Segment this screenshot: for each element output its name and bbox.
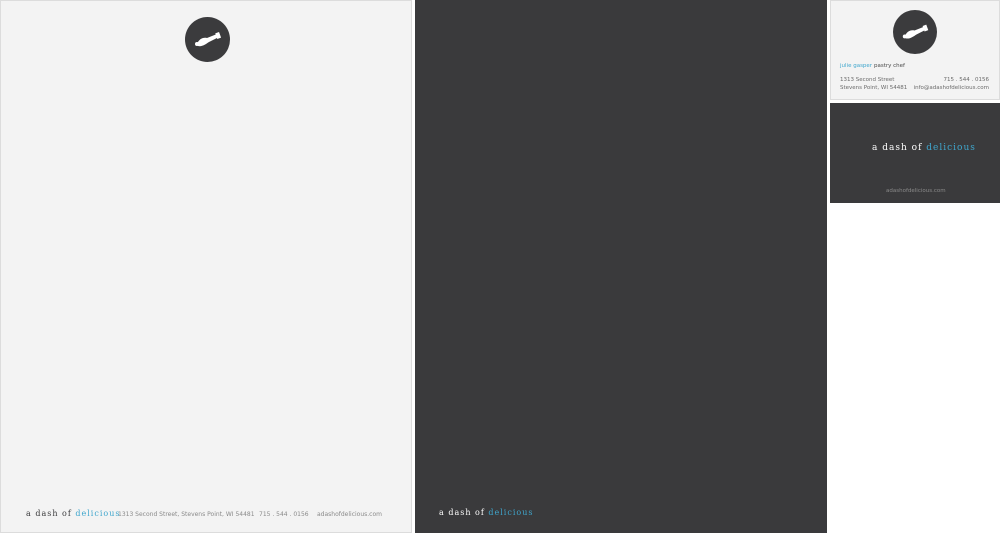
letterhead-phone: 715 . 544 . 0156 (259, 511, 309, 518)
wordmark-dash: dash (35, 509, 59, 518)
hand-holding-icon (195, 31, 222, 47)
card-address-line2: Stevens Point, WI 54481 (840, 85, 908, 91)
letterhead-light: a dash of delicious 1313 Second Street, … (0, 0, 412, 533)
card-back-website: adashofdelicious.com (886, 188, 946, 194)
wordmark-dash: dash (448, 508, 472, 517)
card-email: info@adashofdelicious.com (913, 85, 989, 91)
card-title: pastry chef (874, 63, 905, 69)
wordmark-of: of (62, 509, 72, 518)
wordmark-delicious: delicious (926, 143, 976, 153)
card-logo-mark (893, 10, 937, 54)
wordmark-a: a (439, 508, 445, 517)
business-card-back: a dash of delicious adashofdelicious.com (830, 103, 1000, 203)
card-phone: 715 . 544 . 0156 (943, 77, 989, 83)
wordmark: a dash of delicious (26, 509, 120, 518)
letterhead-website: adashofdelicious.com (317, 511, 382, 518)
wordmark-of: of (475, 508, 485, 517)
logo-mark (185, 17, 230, 62)
wordmark-a: a (872, 143, 879, 153)
wordmark-dash: dash (882, 143, 908, 153)
wordmark-delicious: delicious (75, 509, 121, 518)
letterhead-address: 1313 Second Street, Stevens Point, WI 54… (118, 511, 255, 518)
card-name: julie gasper (840, 63, 873, 69)
wordmark-of: of (911, 143, 923, 153)
business-card-front: julie gasper pastry chef 1313 Second Str… (830, 0, 1000, 100)
wordmark-delicious: delicious (488, 508, 534, 517)
card-address-line1: 1313 Second Street (840, 77, 895, 83)
wordmark-dark: a dash of delicious (439, 508, 533, 517)
card-wordmark: a dash of delicious (872, 143, 976, 153)
wordmark-a: a (26, 509, 32, 518)
hand-holding-icon (902, 24, 929, 39)
letterhead-dark: a dash of delicious (415, 0, 827, 533)
